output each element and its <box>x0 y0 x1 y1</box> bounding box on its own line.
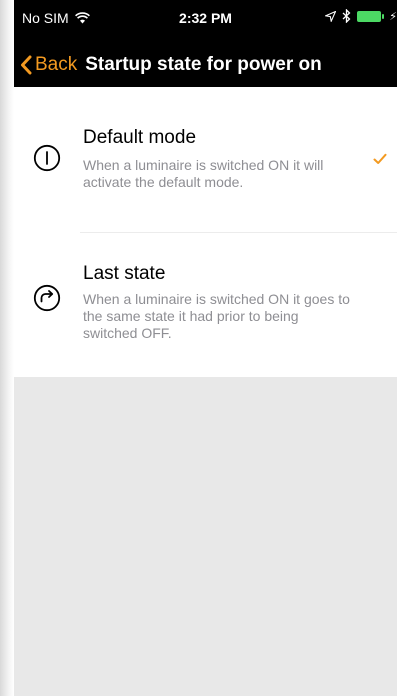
option-title-last-state: Last state <box>83 263 166 284</box>
option-last-state[interactable]: Last state When a luminaire is switched … <box>14 233 397 377</box>
option-description-last-state: When a luminaire is switched ON it goes … <box>83 291 350 341</box>
app-screen: No SIM 2:32 PM ⚡ Back Startup state for … <box>14 0 397 696</box>
option-description-default-mode: When a luminaire is switched ON it will … <box>83 157 324 190</box>
option-default-mode[interactable]: Default mode When a luminaire is switche… <box>14 87 397 232</box>
redo-arrow-icon <box>33 284 61 312</box>
option-title-default-mode: Default mode <box>83 127 197 148</box>
top-bar: No SIM 2:32 PM ⚡ Back Startup state for … <box>14 0 397 87</box>
device-frame: No SIM 2:32 PM ⚡ Back Startup state for … <box>0 0 397 696</box>
checkmark-icon <box>373 153 387 165</box>
status-right: ⚡ <box>325 9 397 23</box>
page-title: Startup state for power on <box>85 53 322 75</box>
charging-bolt-icon: ⚡ <box>389 10 397 23</box>
startup-options-list: Default mode When a luminaire is switche… <box>14 87 397 377</box>
back-button[interactable]: Back <box>20 54 77 76</box>
bluetooth-icon <box>342 9 351 23</box>
navigation-bar: Back Startup state for power on <box>14 42 397 87</box>
back-label: Back <box>35 53 78 75</box>
location-arrow-icon <box>325 10 337 22</box>
battery-icon <box>357 10 385 22</box>
chevron-left-icon <box>20 55 32 75</box>
power-icon <box>33 144 61 172</box>
device-edge-left <box>0 0 14 696</box>
status-bar: No SIM 2:32 PM ⚡ <box>14 0 397 42</box>
